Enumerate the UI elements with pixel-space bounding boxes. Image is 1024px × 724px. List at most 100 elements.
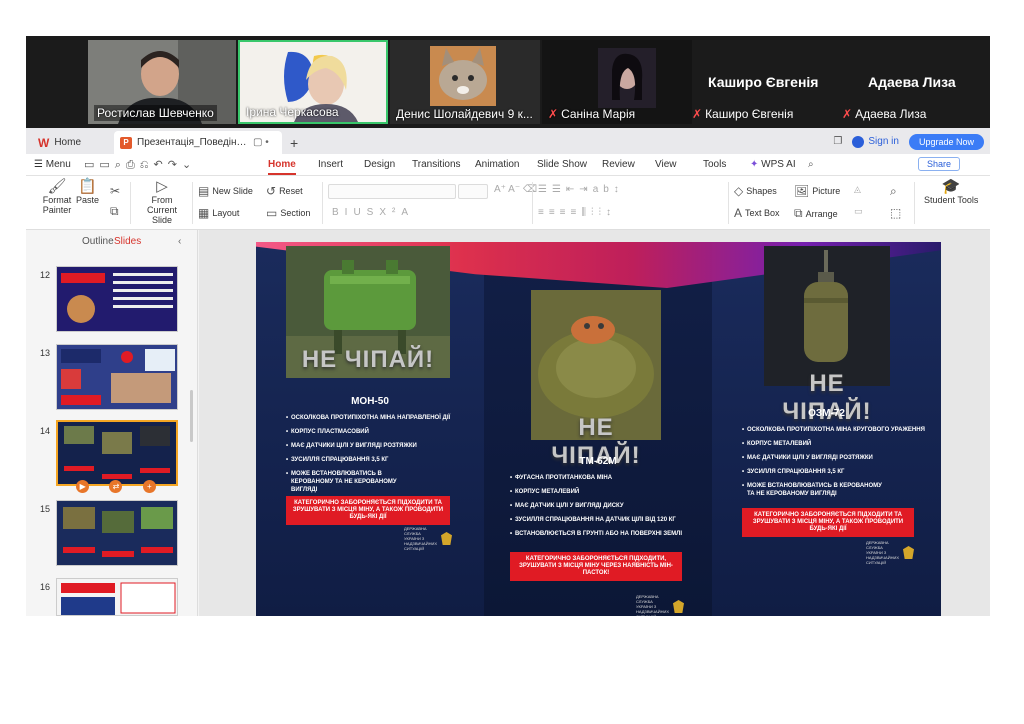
alignment-buttons[interactable]: ≡≡≡≡⫼⫶⫶↕ [538,207,616,218]
fill-icon[interactable]: ◬ [854,184,861,195]
participant-tile-label[interactable]: ✗ Адаева Лиза [842,107,926,121]
close-icon[interactable]: ▢ • [253,137,269,148]
new-tab-button[interactable]: + [284,131,304,154]
slide-thumbnail-selected[interactable] [56,420,178,486]
slide-number: 13 [40,348,51,358]
mine-title: ОЗМ-72 [808,408,845,419]
outline-icon[interactable]: ▭ [854,206,863,217]
play-icon[interactable]: ▶ [76,480,90,493]
mine-spec: МАЄ ДАТЧИКИ ЦІЛІ У ВИГЛЯДІ РОЗТЯЖКИ [286,442,476,450]
new-slide-button[interactable]: ▤ New Slide [198,184,253,198]
text-box-button[interactable]: A Text Box [734,206,780,220]
clipboard-icon: 📋 [78,178,97,195]
warning-banner: КАТЕГОРИЧНО ЗАБОРОНЯЄТЬСЯ ПІДХОДИТИ ТА З… [286,496,450,525]
text-format-buttons[interactable]: BIUSX²A [332,207,414,218]
participant-name: Денис Шолайдевич 9 к... [396,107,533,121]
tab-tools[interactable]: Tools [703,159,726,170]
add-slide-icon[interactable]: + [142,480,156,493]
shapes-button[interactable]: ◇ Shapes [734,184,777,198]
dsns-seal: ДЕРЖАВНА СЛУЖБА УКРАЇНИ З НАДЗВИЧАЙНИХ С… [866,540,914,565]
font-size-buttons[interactable]: A⁺ A⁻ ⌫ [494,184,537,195]
outline-tab[interactable]: Outline [82,236,114,247]
video-participants-strip: Ростислав Шевченко Ірина Черкасова Денис… [26,36,990,128]
brush-icon: 🖌 [47,178,67,195]
menu-button[interactable]: ☰ Menu [34,159,71,170]
participant-tile-label[interactable]: ✗ Каширо Євгенія [692,107,793,121]
emblem-icon [903,546,914,559]
slide-number: 16 [40,582,51,592]
thumbnail-controls: ▶ ⇄ + [66,480,166,493]
do-not-touch-label: НЕ ЧІПАЙ! [301,346,435,373]
participant-tile[interactable]: ✗ Саніна Марія [542,40,692,124]
tab-insert[interactable]: Insert [318,159,343,170]
mine-title: МОН-50 [351,396,389,407]
slide-thumbnail[interactable] [56,344,178,410]
mine-spec: КОРПУС ПЛАСТМАСОВИЙ [286,428,476,436]
tab-slide-show[interactable]: Slide Show [537,159,587,170]
slides-tab[interactable]: Slides [114,236,141,247]
home-tab[interactable]: W Home [32,131,108,154]
arrange-button[interactable]: ⧉ Arrange [794,206,838,221]
transition-icon[interactable]: ⇄ [109,480,123,493]
tab-view[interactable]: View [655,159,677,170]
upgrade-now-button[interactable]: Upgrade Now [908,133,984,150]
copy-icon[interactable]: ⧉ [110,204,119,219]
participant-name: ✗ Саніна Марія [548,107,636,121]
document-tab-label: Презентація_Поведінка_під... [137,137,249,148]
mic-muted-icon: ✗ [842,107,853,121]
format-painter-button[interactable]: 🖌 Format Painter [42,178,72,215]
tab-transitions[interactable]: Transitions [412,159,461,170]
tab-design[interactable]: Design [364,159,395,170]
picture-button[interactable]: 🖼 Picture [794,184,840,198]
tab-home[interactable]: Home [268,159,296,175]
tab-wps-ai[interactable]: ✦ WPS AI [750,159,796,170]
select-icon[interactable]: ⬚ [890,206,901,220]
reset-button[interactable]: ↺ Reset [266,184,303,198]
mine-spec: ОСКОЛКОВА ПРОТИПІХОТНА МІНА НАПРАВЛЕНОЇ … [286,414,476,422]
home-ribbon: 🖌 Format Painter 📋 Paste ✂ ⧉ ▷ From Current… [26,176,990,230]
mine-spec: КОРПУС МЕТАЛЕВИЙ [742,440,932,448]
student-tools-button[interactable]: 🎓 Student Tools [924,179,978,205]
mine-spec: МОЖЕ ВСТАНОВЛЮВАТИСЬ В КЕРОВАНОМУ ТА НЕ … [286,470,416,494]
participant-tile[interactable]: Ростислав Шевченко [88,40,236,124]
section-button[interactable]: ▭ Section [266,206,310,220]
account-area: ❐ Sign in Upgrade Now [833,131,984,152]
tab-animation[interactable]: Animation [475,159,519,170]
slide-thumbnail[interactable] [56,266,178,332]
font-size-select[interactable] [458,184,488,199]
slide-thumbnail[interactable] [56,578,178,616]
slide-number: 14 [40,426,51,436]
participant-name: Ірина Черкасова [246,105,339,119]
font-name-select[interactable] [328,184,456,199]
share-button[interactable]: Share [917,157,960,171]
quick-access-toolbar[interactable]: ▭▭⌕⎙⎌↶↷⌄ [84,158,196,172]
home-tab-label: Home [54,137,82,148]
search-icon[interactable]: ⌕ [808,159,814,170]
emblem-icon [673,600,684,613]
collapse-panel-icon[interactable]: ‹ [178,236,181,247]
participant-tile-active-speaker[interactable]: Ірина Черкасова [238,40,388,124]
document-tab[interactable]: P Презентація_Поведінка_під... ▢ • [114,131,282,154]
menu-bar: ☰ Menu ▭▭⌕⎙⎌↶↷⌄ Home Insert Design Trans… [26,154,990,176]
slide-thumbnail[interactable] [56,500,178,566]
find-icon[interactable]: ⌕ [890,184,897,199]
mine-spec: ВСТАНОВЛЮЄТЬСЯ В ГРУНТІ АБО НА ПОВЕРХНІ … [510,530,700,538]
participant-tile[interactable]: Денис Шолайдевич 9 к... [390,40,540,124]
paste-button[interactable]: 📋 Paste [76,178,99,205]
mic-muted-icon: ✗ [548,107,559,121]
mine-spec: МАЄ ДАТЧИК ЦІЛІ У ВИГЛЯДІ ДИСКУ [510,502,700,510]
panel-scrollbar[interactable] [190,390,193,442]
cut-icon[interactable]: ✂ [110,184,120,198]
mine-spec: КОРПУС МЕТАЛЕВИЙ [510,488,700,496]
mine-title: ТМ-62М [579,456,617,467]
window-restore-icon[interactable]: ❐ [833,136,842,147]
current-slide[interactable]: НЕ ЧІПАЙ! МОН-50 ОСКОЛКОВА ПРОТИПІХОТНА … [256,242,941,616]
avatar-icon [852,135,865,148]
list-buttons[interactable]: ☰☰⇤⇥ab↕ [538,184,624,195]
tab-review[interactable]: Review [602,159,635,170]
layout-button[interactable]: ▦ Layout [198,206,239,220]
from-current-slide-button[interactable]: ▷ From Current Slide [136,179,188,225]
sign-in-button[interactable]: Sign in [852,135,899,148]
mine-specs-list: ОСКОЛКОВА ПРОТИПІХОТНА МІНА НАПРАВЛЕНОЇ … [286,414,476,500]
dsns-seal: ДЕРЖАВНА СЛУЖБА УКРАЇНИ З НАДЗВИЧАЙНИХ С… [404,526,452,551]
